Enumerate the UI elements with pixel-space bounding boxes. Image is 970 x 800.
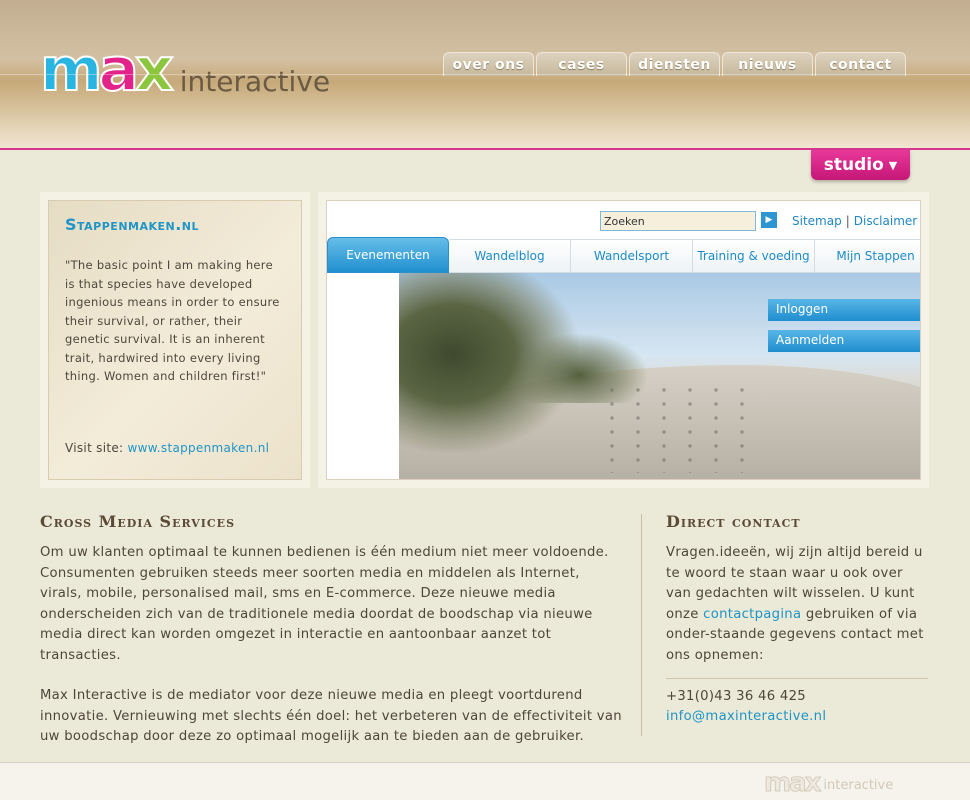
screenshot-utility-links: Sitemap | Disclaimer [792, 214, 917, 228]
caret-down-icon: ▼ [888, 158, 898, 172]
contact-title: Direct contact [666, 512, 801, 531]
register-button[interactable]: Aanmelden [768, 330, 920, 352]
contact-rule [666, 678, 928, 679]
site-footer: max interactive [0, 762, 970, 800]
studio-button[interactable]: studio ▼ [811, 150, 910, 180]
direct-contact-section: Direct contact Vragen.ideeën, wij zijn a… [666, 512, 928, 727]
logo-subtitle: interactive [179, 65, 331, 98]
case-quote: "The basic point I am making here is tha… [65, 258, 280, 383]
case-visit: Visit site: www.stappenmaken.nl [65, 441, 269, 455]
footer-logo-sub: interactive [823, 778, 894, 793]
nav-tab-cases[interactable]: cases [536, 52, 627, 76]
case-panel: Stappenmaken.nl "The basic point I am ma… [40, 192, 310, 488]
site-header: m a x interactive over ons cases dienste… [0, 0, 970, 150]
logo-letter-a: a [98, 35, 140, 105]
arrow-right-icon[interactable]: ▶ [761, 212, 777, 228]
sitemap-link[interactable]: Sitemap [792, 214, 842, 228]
footprints [599, 383, 759, 473]
nav-tab-over-ons[interactable]: over ons [443, 52, 534, 76]
visit-label: Visit site: [65, 441, 124, 455]
column-divider [641, 514, 642, 736]
logo-max-wordmark: m a x [39, 35, 175, 105]
disclaimer-link[interactable]: Disclaimer [854, 214, 917, 228]
contactpagina-link[interactable]: contactpagina [703, 607, 801, 622]
nav-tab-diensten[interactable]: diensten [629, 52, 720, 76]
cms-paragraph-2: Max Interactive is de mediator voor deze… [40, 688, 622, 744]
contact-phone: +31(0)43 36 46 425 [666, 689, 806, 704]
cms-paragraph-1: Om uw klanten optimaal te kunnen bediene… [40, 545, 609, 663]
studio-label: studio [823, 155, 884, 175]
max-interactive-logo[interactable]: m a x interactive [39, 30, 331, 105]
tab-wandelblog[interactable]: Wandelblog [449, 239, 571, 273]
tab-training-voeding[interactable]: Training & voeding [693, 239, 815, 273]
tab-wandelsport[interactable]: Wandelsport [571, 239, 693, 273]
tab-mijn-stappen[interactable]: Mijn Stappen [815, 239, 920, 273]
visit-site-link[interactable]: www.stappenmaken.nl [128, 441, 270, 455]
cross-media-section: Cross Media Services Om uw klanten optim… [40, 512, 625, 748]
case-screenshot[interactable]: ▶ Sitemap| Disclaimer Evenementen Wandelb… [326, 200, 921, 480]
main-nav: over ons cases diensten nieuws contact [443, 52, 906, 76]
screenshot-search-input[interactable] [600, 211, 756, 231]
footer-logo[interactable]: max interactive [763, 768, 894, 798]
logo-letter-x: x [134, 35, 175, 105]
nav-tab-nieuws[interactable]: nieuws [722, 52, 813, 76]
section-title: Cross Media Services [40, 512, 236, 531]
case-card: Stappenmaken.nl "The basic point I am ma… [48, 200, 302, 480]
case-screenshot-frame: ▶ Sitemap| Disclaimer Evenementen Wandelb… [318, 192, 929, 488]
contact-email-link[interactable]: info@maxinteractive.nl [666, 709, 826, 724]
link-separator: | [845, 214, 850, 228]
tab-evenementen[interactable]: Evenementen [327, 237, 449, 273]
case-title: Stappenmaken.nl [65, 215, 200, 234]
contact-text: Vragen.ideeën, wij zijn altijd bereid u … [666, 543, 928, 666]
login-button[interactable]: Inloggen [768, 299, 920, 321]
screenshot-tabs: Evenementen Wandelblog Wandelsport Train… [327, 237, 920, 273]
nav-tab-contact[interactable]: contact [815, 52, 906, 76]
logo-letter-m: m [39, 35, 103, 105]
footer-logo-max: max [763, 768, 821, 798]
